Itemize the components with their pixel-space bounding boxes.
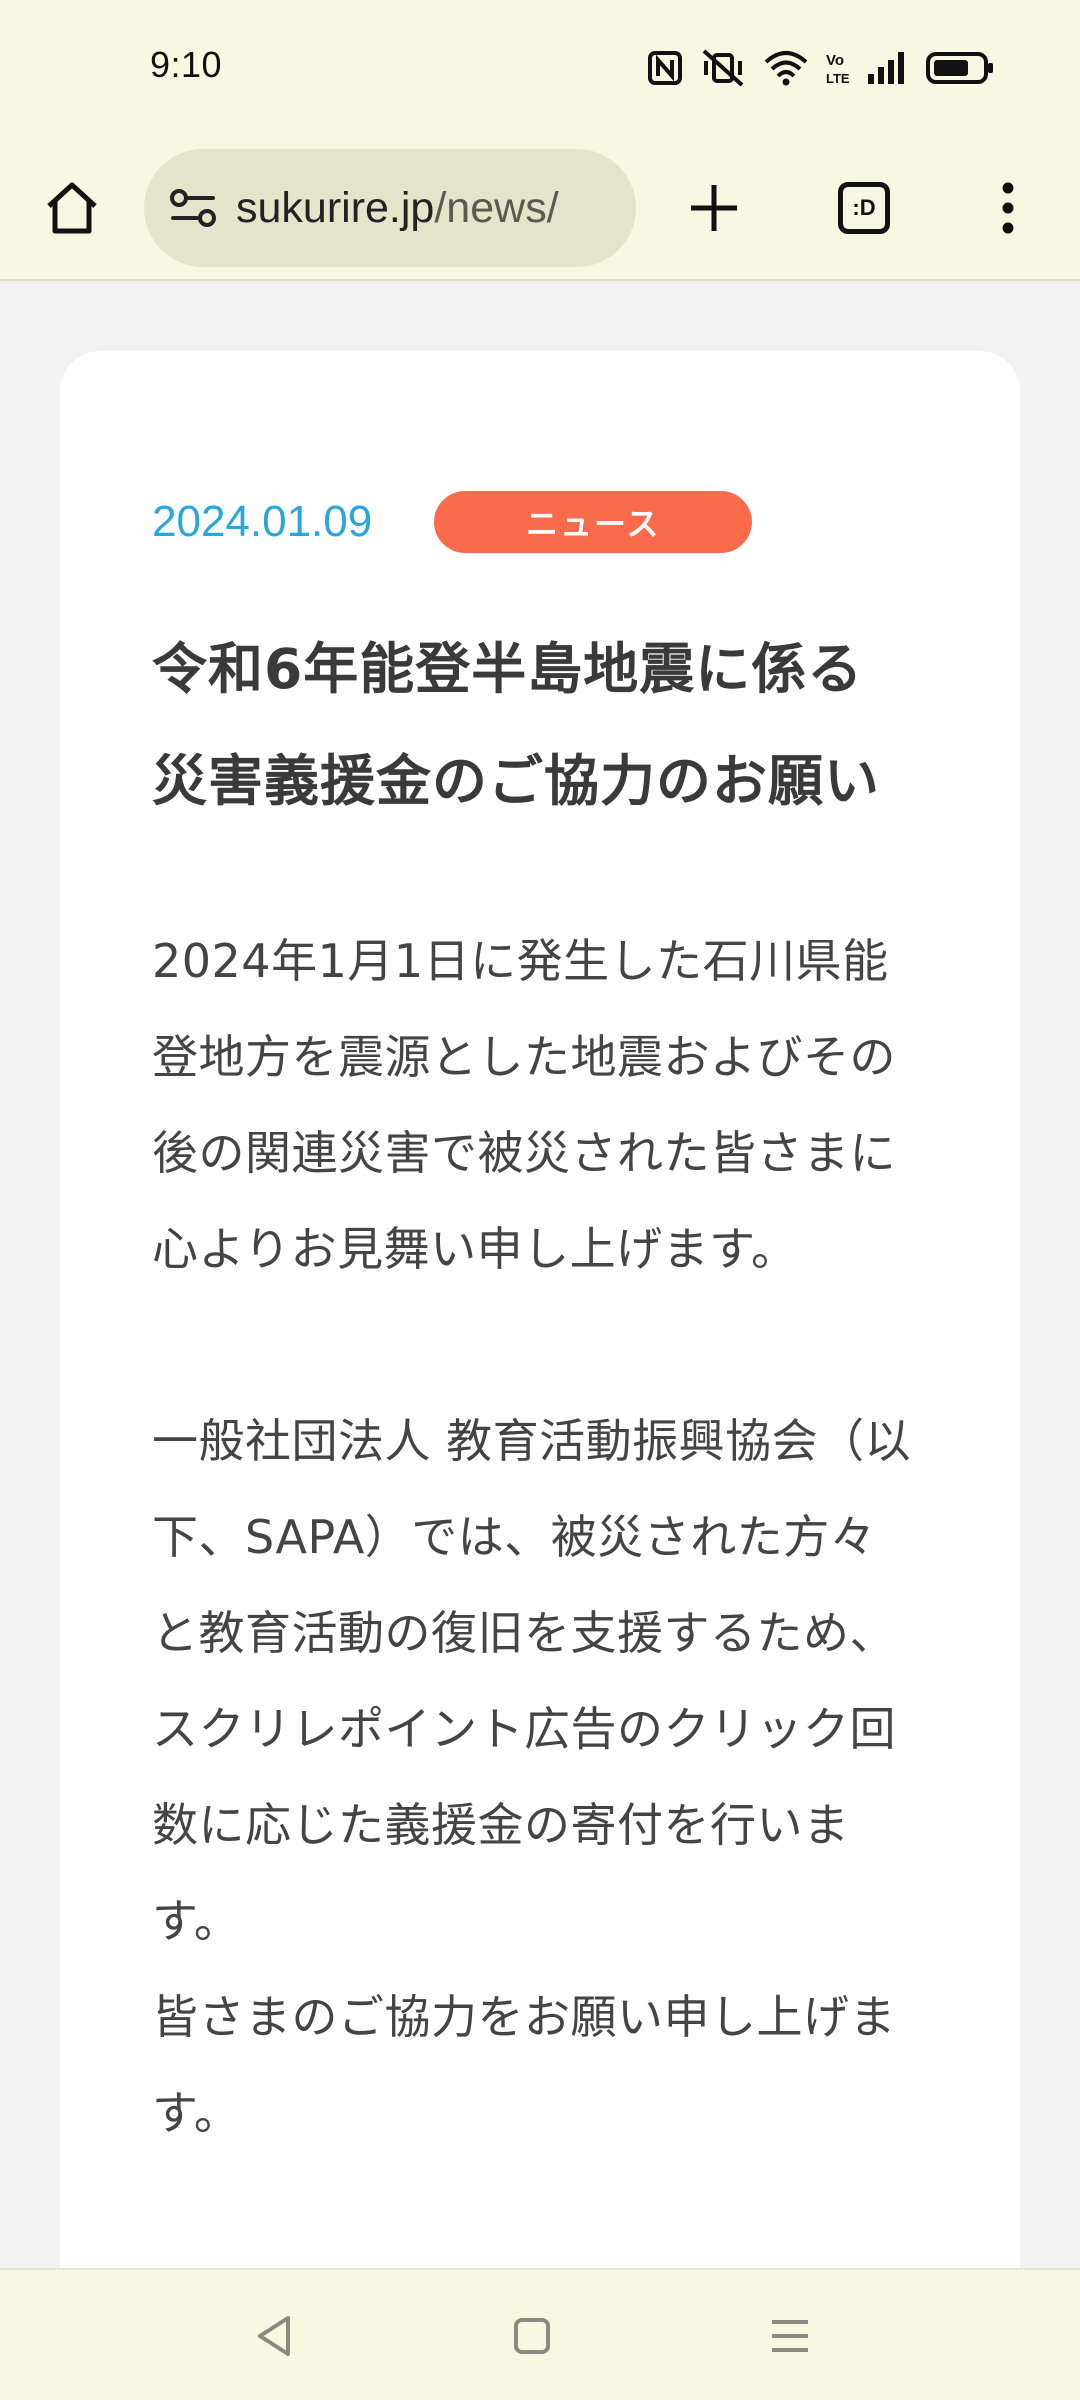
text-line: スクリレポイント広告のクリック回 xyxy=(152,1702,896,1756)
text-line: 後の関連災害で被災された皆さまに xyxy=(152,1126,896,1180)
browser-toolbar: sukurire.jp/news/ :D xyxy=(0,136,1080,281)
title-line: 災害義援金のご協力のお願い xyxy=(152,749,881,813)
text-line: 一般社団法人 教育活動振興協会（以 xyxy=(152,1414,912,1468)
text-line: 心よりお見舞い申し上げます。 xyxy=(152,1222,798,1276)
title-line: 令和6年能登半島地震に係る xyxy=(152,637,864,701)
svg-text:LTE: LTE xyxy=(826,71,850,86)
text-line: 2024年1月1日に発生した石川県能 xyxy=(152,934,889,988)
url-path: /news/ xyxy=(434,183,559,232)
text-line: 数に応じた義援金の寄付を行いま xyxy=(152,1798,850,1852)
more-menu-button[interactable] xyxy=(976,176,1040,240)
plus-icon xyxy=(691,185,737,231)
text-line: 下、SAPA）では、被災された方々 xyxy=(152,1510,877,1564)
text-line: と教育活動の復旧を支援するため、 xyxy=(152,1606,896,1660)
nfc-icon xyxy=(648,51,682,85)
text-line: す。 xyxy=(152,1894,241,1948)
article-title: 令和6年能登半島地震に係る 災害義援金のご協力のお願い xyxy=(152,613,952,837)
svg-text:Vo: Vo xyxy=(826,52,844,69)
battery-icon xyxy=(926,52,994,84)
status-bar: 9:10 Vo LTE xyxy=(0,0,1080,136)
volte-icon: Vo LTE xyxy=(826,50,850,86)
more-vert-icon xyxy=(1002,182,1014,234)
article-date: 2024.01.09 xyxy=(152,497,373,546)
status-time: 9:10 xyxy=(150,44,223,85)
url-text[interactable]: sukurire.jp/news/ xyxy=(236,184,559,233)
new-tab-button[interactable] xyxy=(682,176,746,240)
nav-home-button[interactable] xyxy=(500,2304,564,2368)
recents-icon xyxy=(772,2320,808,2352)
status-icons: Vo LTE xyxy=(648,46,994,90)
vibrate-off-icon xyxy=(700,49,746,87)
category-badge[interactable]: ニュース xyxy=(434,491,753,553)
home-icon xyxy=(47,182,97,234)
article-card: 2024.01.09 ニュース 令和6年能登半島地震に係る 災害義援金のご協力のお… xyxy=(60,351,1020,2351)
home-square-icon xyxy=(514,2318,550,2354)
site-settings-icon[interactable] xyxy=(168,183,218,233)
url-host: sukurire.jp xyxy=(236,183,435,232)
signal-icon xyxy=(868,52,908,84)
article-paragraph-1: 2024年1月1日に発生した石川県能 登地方を震源とした地震およびその 後の関連災害… xyxy=(152,913,932,1297)
tab-switcher-button[interactable]: :D xyxy=(832,176,896,240)
text-line: 登地方を震源とした地震およびその xyxy=(152,1030,896,1084)
article-paragraph-2: 一般社団法人 教育活動振興協会（以 下、SAPA）では、被災された方々 と教育活動の… xyxy=(152,1393,932,2161)
article-meta: 2024.01.09 ニュース xyxy=(152,491,753,553)
system-nav-bar xyxy=(0,2268,1080,2400)
back-button[interactable] xyxy=(242,2304,306,2368)
address-bar[interactable]: sukurire.jp/news/ xyxy=(144,149,636,267)
recents-button[interactable] xyxy=(758,2304,822,2368)
wifi-icon xyxy=(764,50,808,86)
back-icon xyxy=(258,2316,290,2356)
text-line: 皆さまのご協力をお願い申し上げま xyxy=(152,1990,896,2044)
text-line: す。 xyxy=(152,2086,241,2140)
home-button[interactable] xyxy=(40,176,104,240)
tab-switcher-label: :D xyxy=(838,182,890,234)
